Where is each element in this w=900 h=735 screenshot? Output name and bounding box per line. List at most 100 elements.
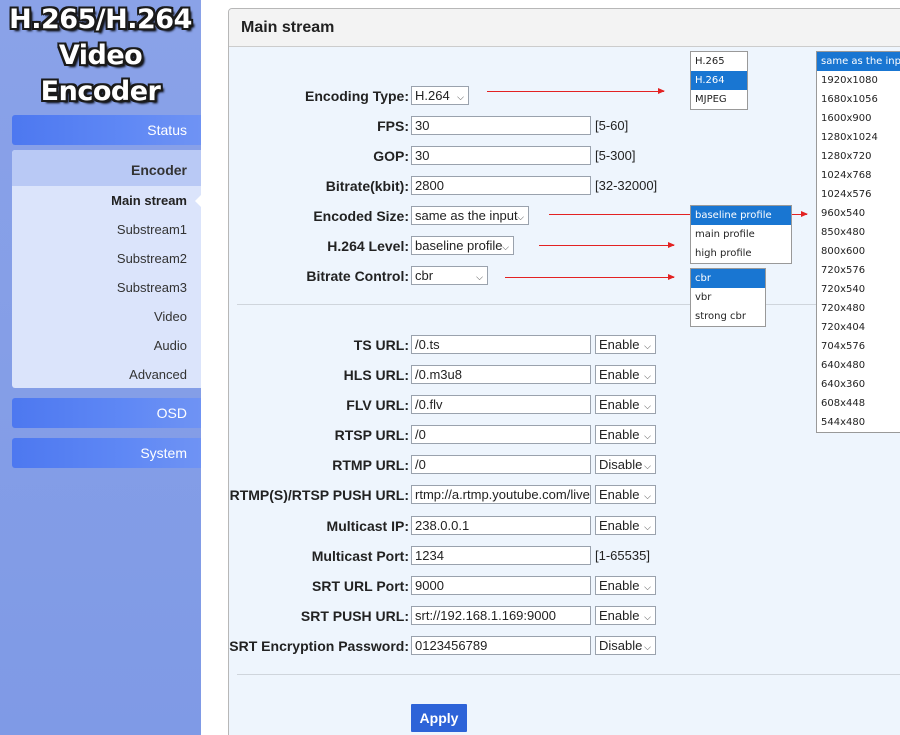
rtmp-url-input[interactable]: /0 — [411, 455, 591, 474]
bitrate-control-option[interactable]: strong cbr — [691, 307, 765, 326]
fps-input[interactable]: 30 — [411, 116, 591, 135]
multicast-ip-state-select[interactable]: Enable ⌵ — [595, 516, 656, 535]
encoded-size-option[interactable]: same as the input — [817, 52, 900, 71]
h264-level-option[interactable]: high profile — [691, 244, 791, 263]
menu-encoder[interactable]: Encoder — [12, 150, 201, 186]
encoded-size-option[interactable]: 1600x900 — [817, 109, 900, 128]
bitrate-control-option[interactable]: vbr — [691, 288, 765, 307]
ts-url-input[interactable]: /0.ts — [411, 335, 591, 354]
fps-label: FPS: — [377, 118, 409, 134]
encoding-type-option[interactable]: H.264 — [691, 71, 747, 90]
encoded-size-option[interactable]: 850x480 — [817, 223, 900, 242]
h264-level-label: H.264 Level: — [327, 238, 409, 254]
sidebar-item-video[interactable]: Video — [12, 302, 201, 331]
rtmp-url-state: Disable — [599, 457, 643, 472]
chevron-down-icon: ⌵ — [644, 612, 651, 622]
hls-url-input[interactable]: /0.m3u8 — [411, 365, 591, 384]
encoded-size-option[interactable]: 1024x576 — [817, 185, 900, 204]
encoded-size-option[interactable]: 720x540 — [817, 280, 900, 299]
sidebar-item-main-stream[interactable]: Main stream — [12, 186, 201, 215]
logo-line2: Video Encoder — [40, 40, 161, 107]
ts-url-state: Enable — [599, 337, 640, 352]
menu-status[interactable]: Status — [12, 115, 201, 145]
sidebar-item-substream2[interactable]: Substream2 — [12, 244, 201, 273]
flv-url-state-select[interactable]: Enable ⌵ — [595, 395, 656, 414]
encoded-size-option[interactable]: 640x480 — [817, 356, 900, 375]
ts-url-state-select[interactable]: Enable ⌵ — [595, 335, 656, 354]
flv-url-input[interactable]: /0.flv — [411, 395, 591, 414]
h264-level-select[interactable]: baseline profile ⌵ — [411, 236, 514, 255]
chevron-down-icon: ⌵ — [644, 642, 651, 652]
srt-push-input[interactable]: srt://192.168.1.169:9000 — [411, 606, 591, 625]
chevron-down-icon: ⌵ — [644, 341, 651, 351]
h264-level-option[interactable]: main profile — [691, 225, 791, 244]
sidebar-item-substream1[interactable]: Substream1 — [12, 215, 201, 244]
encoded-size-option[interactable]: 720x576 — [817, 261, 900, 280]
chevron-down-icon: ⌵ — [644, 371, 651, 381]
encoded-size-option[interactable]: 608x448 — [817, 394, 900, 413]
bitrate-range: [32-32000] — [595, 178, 658, 193]
main-stream-panel: Main stream Encoding Type: H.264 ⌵ FPS: 3… — [228, 8, 900, 735]
encoding-type-option[interactable]: MJPEG — [691, 90, 747, 109]
srt-push-state-select[interactable]: Enable ⌵ — [595, 606, 656, 625]
encoded-size-option[interactable]: 704x576 — [817, 337, 900, 356]
rtsp-url-input[interactable]: /0 — [411, 425, 591, 444]
encoded-size-option[interactable]: 1680x1056 — [817, 90, 900, 109]
encoded-size-select[interactable]: same as the input ⌵ — [411, 206, 529, 225]
apply-button[interactable]: Apply — [411, 704, 467, 732]
bitrate-control-label: Bitrate Control: — [306, 268, 409, 284]
encoding-type-option[interactable]: H.265 — [691, 52, 747, 71]
bitrate-label: Bitrate(kbit): — [325, 178, 409, 194]
flv-url-label: FLV URL: — [346, 397, 409, 413]
chevron-down-icon: ⌵ — [644, 401, 651, 411]
bitrate-control-option[interactable]: cbr — [691, 269, 765, 288]
encoded-size-label: Encoded Size: — [313, 208, 409, 224]
encoded-size-option[interactable]: 960x540 — [817, 204, 900, 223]
bitrate-input[interactable]: 2800 — [411, 176, 591, 195]
srt-port-input[interactable]: 9000 — [411, 576, 591, 595]
h264-level-dropdown: baseline profile main profile high profile — [690, 205, 792, 264]
flv-url-state: Enable — [599, 397, 640, 412]
hls-url-state-select[interactable]: Enable ⌵ — [595, 365, 656, 384]
encoded-size-option[interactable]: 720x480 — [817, 299, 900, 318]
multicast-port-input[interactable]: 1234 — [411, 546, 591, 565]
hls-url-label: HLS URL: — [343, 367, 409, 383]
encoded-size-option[interactable]: 1920x1080 — [817, 71, 900, 90]
bitrate-control-select[interactable]: cbr ⌵ — [411, 266, 488, 285]
menu-system[interactable]: System — [12, 438, 201, 468]
push-url-input[interactable]: rtmp://a.rtmp.youtube.com/live2 — [411, 485, 591, 504]
srt-port-state-select[interactable]: Enable ⌵ — [595, 576, 656, 595]
push-url-state: Enable — [599, 487, 640, 502]
logo: H.265/H.264 Video Encoder — [0, 2, 201, 110]
srt-password-state-select[interactable]: Disable ⌵ — [595, 636, 656, 655]
menu-osd[interactable]: OSD — [12, 398, 201, 428]
h264-level-option[interactable]: baseline profile — [691, 206, 791, 225]
rtsp-url-state: Enable — [599, 427, 640, 442]
encoded-size-value: same as the input — [415, 208, 518, 223]
chevron-down-icon: ⌵ — [476, 272, 483, 282]
sidebar-item-advanced[interactable]: Advanced — [12, 360, 201, 389]
multicast-ip-input[interactable]: 238.0.0.1 — [411, 516, 591, 535]
chevron-down-icon: ⌵ — [644, 491, 651, 501]
srt-password-state: Disable — [599, 638, 643, 653]
encoded-size-option[interactable]: 1280x1024 — [817, 128, 900, 147]
rtmp-url-label: RTMP URL: — [332, 457, 409, 473]
encoded-size-option[interactable]: 1280x720 — [817, 147, 900, 166]
encoded-size-option[interactable]: 1024x768 — [817, 166, 900, 185]
chevron-down-icon: ⌵ — [644, 582, 651, 592]
chevron-down-icon: ⌵ — [644, 461, 651, 471]
encoded-size-option[interactable]: 640x360 — [817, 375, 900, 394]
encoded-size-option[interactable]: 800x600 — [817, 242, 900, 261]
encoding-type-select[interactable]: H.264 ⌵ — [411, 86, 469, 105]
rtmp-url-state-select[interactable]: Disable ⌵ — [595, 455, 656, 474]
sidebar-item-audio[interactable]: Audio — [12, 331, 201, 360]
push-url-state-select[interactable]: Enable ⌵ — [595, 485, 656, 504]
encoding-type-dropdown: H.265 H.264 MJPEG — [690, 51, 748, 110]
sidebar-item-substream3[interactable]: Substream3 — [12, 273, 201, 302]
encoded-size-option[interactable]: 720x404 — [817, 318, 900, 337]
srt-password-input[interactable]: 0123456789 — [411, 636, 591, 655]
rtsp-url-state-select[interactable]: Enable ⌵ — [595, 425, 656, 444]
gop-input[interactable]: 30 — [411, 146, 591, 165]
encoding-type-value: H.264 — [415, 88, 450, 103]
encoded-size-option[interactable]: 544x480 — [817, 413, 900, 432]
